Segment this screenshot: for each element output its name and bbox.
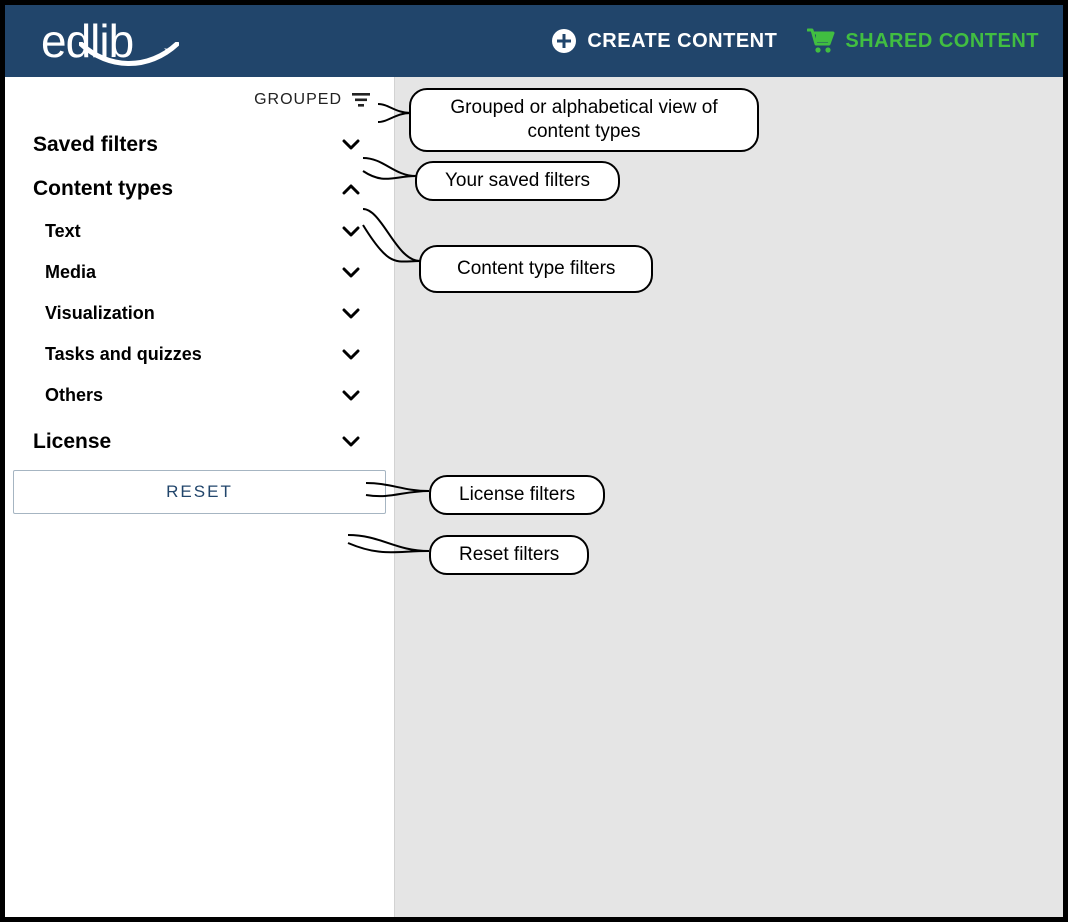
filter-sidebar: GROUPED Saved filters Content types bbox=[5, 77, 395, 917]
reset-button[interactable]: RESET bbox=[13, 470, 386, 514]
content-type-label: Text bbox=[45, 221, 81, 242]
header-actions: CREATE CONTENT SHARED CONTENT bbox=[551, 28, 1039, 54]
content-types-label: Content types bbox=[33, 177, 173, 201]
app-header: edlib CREATE CONTENT bbox=[5, 5, 1063, 77]
filter-list: Saved filters Content types Text bbox=[5, 123, 394, 464]
cart-icon bbox=[807, 28, 835, 54]
callout-license: License filters bbox=[429, 475, 605, 515]
reset-label: RESET bbox=[166, 482, 233, 501]
chevron-down-icon bbox=[342, 436, 360, 448]
create-content-button[interactable]: CREATE CONTENT bbox=[551, 28, 777, 54]
license-section[interactable]: License bbox=[33, 420, 382, 464]
content-type-visualization[interactable]: Visualization bbox=[45, 293, 382, 334]
callout-content-types: Content type filters bbox=[419, 245, 653, 293]
chevron-down-icon bbox=[342, 226, 360, 238]
chevron-down-icon bbox=[342, 267, 360, 279]
chevron-up-icon bbox=[342, 183, 360, 195]
callout-grouped: Grouped or alphabetical view of content … bbox=[409, 88, 759, 152]
callout-pointer-icon bbox=[345, 533, 433, 559]
filter-list-icon bbox=[352, 93, 370, 107]
callout-saved-filters: Your saved filters bbox=[415, 161, 620, 201]
plus-circle-icon bbox=[551, 28, 577, 54]
callout-pointer-icon bbox=[363, 481, 433, 503]
content-types-sublist: Text Media Visualization Tasks and quizz… bbox=[33, 211, 382, 420]
license-label: License bbox=[33, 430, 111, 454]
content-type-label: Media bbox=[45, 262, 96, 283]
content-type-media[interactable]: Media bbox=[45, 252, 382, 293]
content-type-label: Tasks and quizzes bbox=[45, 344, 202, 365]
create-content-label: CREATE CONTENT bbox=[587, 30, 777, 53]
shared-content-button[interactable]: SHARED CONTENT bbox=[807, 28, 1039, 54]
logo-swoosh-icon bbox=[79, 42, 179, 70]
content-type-tasks[interactable]: Tasks and quizzes bbox=[45, 334, 382, 375]
grouped-label: GROUPED bbox=[254, 91, 342, 109]
callout-reset: Reset filters bbox=[429, 535, 589, 575]
saved-filters-label: Saved filters bbox=[33, 133, 158, 157]
callout-pointer-icon bbox=[360, 154, 420, 188]
app-window: edlib CREATE CONTENT bbox=[5, 5, 1063, 917]
shared-content-label: SHARED CONTENT bbox=[845, 30, 1039, 53]
content-type-label: Visualization bbox=[45, 303, 155, 324]
chevron-down-icon bbox=[342, 390, 360, 402]
saved-filters-section[interactable]: Saved filters bbox=[33, 123, 382, 167]
logo: edlib bbox=[41, 14, 133, 68]
content-types-section[interactable]: Content types bbox=[33, 167, 382, 211]
content-type-label: Others bbox=[45, 385, 103, 406]
grouped-toggle[interactable]: GROUPED bbox=[5, 87, 394, 123]
chevron-down-icon bbox=[342, 349, 360, 361]
callout-pointer-icon bbox=[360, 205, 424, 273]
chevron-down-icon bbox=[342, 139, 360, 151]
chevron-down-icon bbox=[342, 308, 360, 320]
content-type-others[interactable]: Others bbox=[45, 375, 382, 416]
content-type-text[interactable]: Text bbox=[45, 211, 382, 252]
